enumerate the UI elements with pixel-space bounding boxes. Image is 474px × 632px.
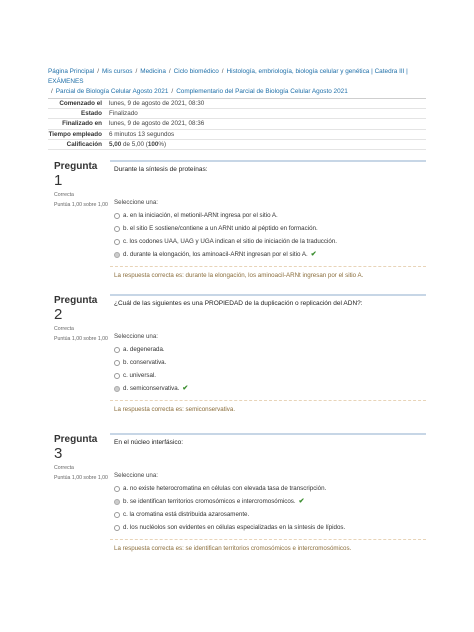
question-info: Pregunta 2 Correcta Puntúa 1,00 sobre 1,…: [54, 294, 108, 343]
option-a[interactable]: a. degenerada.: [114, 343, 426, 356]
summary-row-started: Comenzado el lunes, 9 de agosto de 2021, …: [48, 99, 426, 110]
answer-options: a. no existe heterocromatina en células …: [114, 482, 426, 534]
grade-value: 5,00: [109, 140, 122, 148]
radio-icon[interactable]: [114, 485, 120, 492]
radio-icon[interactable]: [114, 212, 120, 219]
question-status: Correcta: [54, 465, 74, 471]
question-grade: Puntúa 1,00 sobre 1,00: [54, 202, 108, 208]
select-prompt: Seleccione una:: [114, 472, 159, 479]
question-body: ¿Cuál de las siguientes es una PROPIEDAD…: [110, 294, 426, 395]
answer-options: a. en la iniciación, el metionil-ARNt in…: [114, 209, 426, 261]
option-b[interactable]: b. conservativa.: [114, 356, 426, 369]
option-d[interactable]: d. semiconservativa. ✔: [114, 382, 426, 395]
radio-icon[interactable]: [114, 225, 120, 232]
option-d[interactable]: d. durante la elongación, los aminoacil-…: [114, 248, 426, 261]
radio-icon[interactable]: [114, 359, 120, 366]
answer-options: a. degenerada. b. conservativa. c. unive…: [114, 343, 426, 395]
question-text: Durante la síntesis de proteínas:: [114, 166, 208, 173]
select-prompt: Seleccione una:: [114, 199, 159, 206]
question-grade: Puntúa 1,00 sobre 1,00: [54, 336, 108, 342]
option-c[interactable]: c. universal.: [114, 369, 426, 382]
question-label: Pregunta: [54, 295, 98, 306]
breadcrumb-link-my-courses[interactable]: Mis cursos: [102, 68, 133, 75]
breadcrumb-link-home[interactable]: Página Principal: [48, 68, 94, 75]
radio-icon[interactable]: [114, 238, 120, 245]
attempt-summary: Comenzado el lunes, 9 de agosto de 2021, …: [48, 98, 426, 150]
breadcrumb-link-medicina[interactable]: Medicina: [140, 68, 166, 75]
breadcrumb-link-ciclo[interactable]: Ciclo biomédico: [174, 68, 219, 75]
check-icon: ✔: [310, 251, 317, 258]
summary-row-state: Estado Finalizado: [48, 109, 426, 120]
radio-icon[interactable]: [114, 346, 120, 353]
grade-percent: 100: [147, 140, 159, 148]
radio-selected-icon[interactable]: [114, 498, 120, 505]
question-body: Durante la síntesis de proteínas: Selecc…: [110, 160, 426, 261]
correct-answer-feedback: La respuesta correcta es: semiconservati…: [110, 400, 426, 413]
breadcrumb: Página Principal / Mis cursos / Medicina / Cic…: [48, 68, 408, 95]
question-text: ¿Cuál de las siguientes es una PROPIEDAD…: [114, 300, 363, 307]
question-status: Correcta: [54, 192, 74, 198]
option-d[interactable]: d. los nucléolos son evidentes en célula…: [114, 521, 426, 534]
summary-row-finished: Finalizado en lunes, 9 de agosto de 2021,…: [48, 119, 426, 130]
question-label: Pregunta: [54, 161, 98, 172]
question-status: Correcta: [54, 326, 74, 332]
select-prompt: Seleccione una:: [114, 333, 159, 340]
correct-answer-feedback: La respuesta correcta es: se identifican…: [110, 539, 426, 552]
breadcrumb-link-complementario[interactable]: Complementario del Parcial de Biología C…: [176, 88, 348, 95]
question-grade: Puntúa 1,00 sobre 1,00: [54, 475, 108, 481]
radio-icon[interactable]: [114, 511, 120, 518]
summary-row-grade: Calificación 5,00 de 5,00 (100%): [48, 140, 426, 150]
option-b[interactable]: b. se identifican territorios cromosómic…: [114, 495, 426, 508]
question-number: 3: [54, 445, 63, 462]
question-body: En el núcleo interfásico: Seleccione una…: [110, 433, 426, 534]
summary-row-time: Tiempo empleado 6 minutos 13 segundos: [48, 130, 426, 140]
check-icon: ✔: [298, 498, 305, 505]
option-a[interactable]: a. no existe heterocromatina en células …: [114, 482, 426, 495]
check-icon: ✔: [182, 385, 189, 392]
radio-selected-icon[interactable]: [114, 385, 120, 392]
radio-selected-icon[interactable]: [114, 251, 120, 258]
question-info: Pregunta 1 Correcta Puntúa 1,00 sobre 1,…: [54, 160, 108, 209]
option-c[interactable]: c. la cromatina está distribuida azarosa…: [114, 508, 426, 521]
question-label: Pregunta: [54, 434, 98, 445]
radio-icon[interactable]: [114, 372, 120, 379]
correct-answer-feedback: La respuesta correcta es: durante la elo…: [110, 266, 426, 279]
option-b[interactable]: b. el sitio E sostiene/contiene a un ARN…: [114, 222, 426, 235]
question-text: En el núcleo interfásico:: [114, 439, 184, 446]
question-info: Pregunta 3 Correcta Puntúa 1,00 sobre 1,…: [54, 433, 108, 482]
option-a[interactable]: a. en la iniciación, el metionil-ARNt in…: [114, 209, 426, 222]
option-c[interactable]: c. los codones UAA, UAG y UGA indican el…: [114, 235, 426, 248]
question-number: 1: [54, 172, 63, 189]
question-number: 2: [54, 306, 63, 323]
radio-icon[interactable]: [114, 524, 120, 531]
breadcrumb-link-parcial[interactable]: Parcial de Biología Celular Agosto 2021: [56, 88, 169, 95]
